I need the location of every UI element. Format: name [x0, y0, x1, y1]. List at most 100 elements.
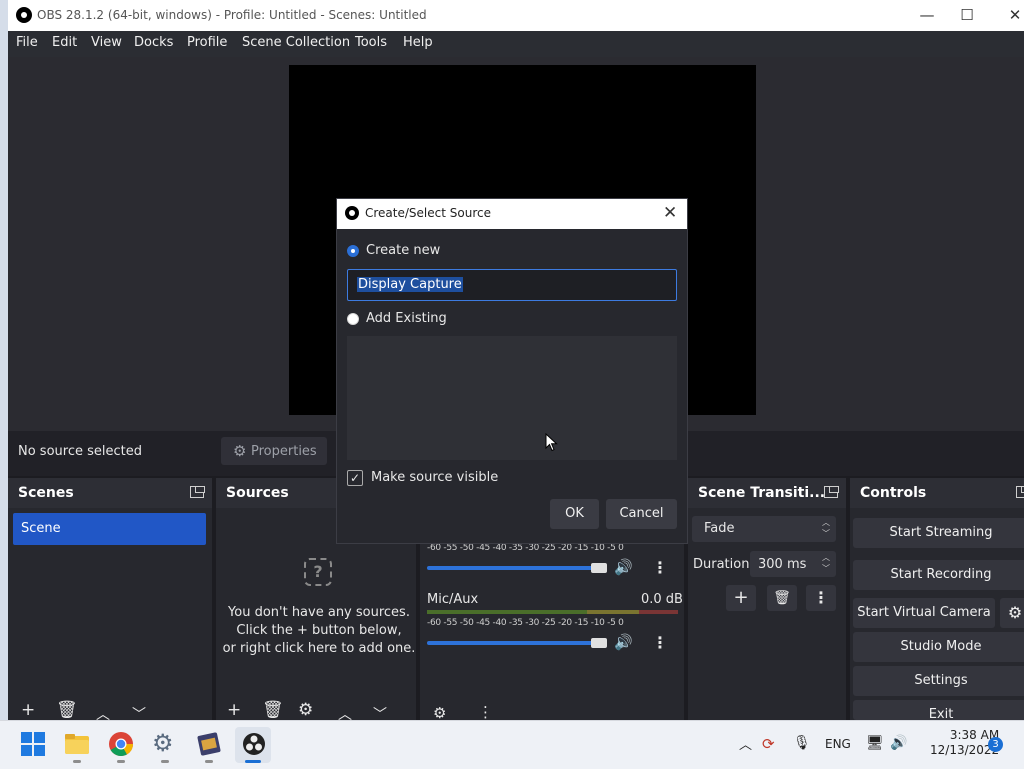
properties-label: Properties	[251, 444, 317, 459]
menu-scene-collection[interactable]: Scene Collection	[242, 35, 350, 50]
window-title: OBS 28.1.2 (64-bit, windows) - Profile: …	[37, 8, 427, 22]
question-icon: ?	[304, 558, 332, 586]
start-recording-button[interactable]: Start Recording	[853, 560, 1024, 590]
start-streaming-button[interactable]: Start Streaming	[853, 518, 1024, 548]
window-titlebar[interactable]: OBS 28.1.2 (64-bit, windows) - Profile: …	[8, 0, 1024, 31]
transitions-title: Scene Transiti...	[698, 485, 826, 501]
maximize-button[interactable]: ☐	[944, 0, 990, 31]
make-visible-checkbox[interactable]: ✓	[347, 470, 363, 486]
close-button[interactable]: ✕	[992, 0, 1024, 31]
add-existing-label[interactable]: Add Existing	[366, 311, 447, 326]
add-scene-icon[interactable]: +	[21, 700, 35, 720]
obs-icon[interactable]	[241, 731, 267, 757]
trash-icon[interactable]: 🗑	[56, 700, 78, 720]
scene-list-item[interactable]: Scene	[13, 513, 206, 545]
undock-icon[interactable]	[190, 486, 205, 498]
desktop-edge	[0, 0, 8, 720]
close-icon[interactable]: ✕	[663, 203, 677, 223]
properties-button[interactable]: ⚙ Properties	[221, 437, 327, 465]
controls-title: Controls	[860, 485, 927, 501]
level-meter-green	[427, 610, 587, 614]
meter-scale: -60 -55 -50 -45 -40 -35 -30 -25 -20 -15 …	[427, 618, 624, 628]
menu-file[interactable]: File	[16, 35, 38, 50]
start-virtual-camera-button[interactable]: Start Virtual Camera	[853, 598, 995, 628]
windows-start-icon[interactable]	[20, 731, 46, 757]
taskbar-running-indicator	[117, 760, 125, 763]
level-meter-red	[639, 610, 678, 614]
transition-value: Fade	[704, 521, 735, 536]
make-visible-label[interactable]: Make source visible	[371, 470, 498, 485]
studio-mode-button[interactable]: Studio Mode	[853, 632, 1024, 662]
sources-empty-message[interactable]: You don't have any sources. Click the + …	[216, 604, 422, 658]
taskbar-running-indicator	[161, 760, 169, 763]
volume-icon[interactable]: 🔊	[890, 735, 907, 751]
obs-logo-icon	[345, 206, 359, 220]
existing-sources-list[interactable]	[347, 336, 677, 460]
undock-icon[interactable]	[824, 486, 839, 498]
speaker-icon[interactable]: 🔊	[614, 558, 633, 576]
no-source-label: No source selected	[18, 444, 142, 459]
dialog-title: Create/Select Source	[365, 206, 491, 220]
duration-value: 300 ms	[758, 557, 807, 572]
undock-icon[interactable]	[1016, 486, 1024, 498]
more-options-icon[interactable]: ⋮	[478, 703, 493, 721]
volume-slider[interactable]	[427, 641, 601, 645]
exit-button[interactable]: Exit	[853, 700, 1024, 720]
menu-help[interactable]: Help	[403, 35, 433, 50]
settings-button[interactable]: Settings	[853, 666, 1024, 696]
cancel-button[interactable]: Cancel	[606, 499, 677, 529]
meter-scale: -60 -55 -50 -45 -40 -35 -30 -25 -20 -15 …	[427, 543, 624, 553]
empty-line-3: or right click here to add one.	[222, 641, 416, 656]
network-icon[interactable]: 🖥	[866, 735, 884, 751]
menu-view[interactable]: View	[91, 35, 122, 50]
source-name-value: Display Capture	[357, 277, 463, 292]
menu-bar: File Edit View Docks Profile Scene Colle…	[8, 31, 1024, 57]
duration-spinbox[interactable]: 300 ms ︿ ﹀	[750, 551, 836, 577]
scenes-title: Scenes	[18, 485, 74, 501]
transition-select[interactable]: Fade ︿ ﹀	[692, 516, 836, 542]
chevron-up-icon[interactable]: ︿	[739, 734, 752, 753]
volume-slider[interactable]	[427, 566, 601, 570]
trash-icon[interactable]: 🗑	[262, 700, 284, 720]
channel-db: 0.0 dB	[641, 592, 683, 607]
taskbar-active-indicator	[245, 760, 261, 763]
create-new-label[interactable]: Create new	[366, 243, 440, 258]
microphone-icon[interactable]: 🎙	[793, 735, 811, 751]
speaker-icon[interactable]: 🔊	[614, 633, 633, 651]
obs-logo-icon	[16, 7, 32, 23]
empty-line-1: You don't have any sources.	[228, 605, 410, 620]
menu-docks[interactable]: Docks	[134, 35, 173, 50]
menu-edit[interactable]: Edit	[52, 35, 77, 50]
add-transition-icon[interactable]: +	[726, 585, 756, 611]
empty-line-2: Click the + button below,	[236, 623, 402, 638]
more-options-icon[interactable]: ⋮	[649, 632, 671, 654]
add-existing-radio[interactable]	[347, 313, 359, 325]
add-source-icon[interactable]: +	[227, 700, 241, 720]
video-editor-icon[interactable]	[196, 731, 222, 757]
channel-name: Mic/Aux	[427, 592, 479, 607]
chevron-updown-icon[interactable]: ︿ ﹀	[822, 552, 830, 574]
trash-icon[interactable]: 🗑	[767, 585, 797, 611]
menu-profile[interactable]: Profile	[187, 35, 227, 50]
duration-label: Duration	[693, 557, 750, 572]
gear-icon[interactable]: ⚙	[298, 700, 313, 720]
ok-button[interactable]: OK	[550, 499, 599, 529]
mouse-cursor-icon	[545, 433, 558, 452]
menu-tools[interactable]: Tools	[355, 35, 387, 50]
more-options-icon[interactable]: ⋮	[649, 557, 671, 579]
more-options-icon[interactable]: ⋮	[806, 585, 836, 611]
volume-slider-knob[interactable]	[591, 563, 607, 573]
notification-badge[interactable]: 3	[988, 737, 1003, 752]
language-indicator[interactable]: ENG	[825, 737, 851, 751]
gear-icon[interactable]: ⚙	[1000, 598, 1024, 628]
file-explorer-icon[interactable]	[64, 731, 90, 757]
volume-slider-knob[interactable]	[591, 638, 607, 648]
settings-gear-icon[interactable]: ⚙	[152, 729, 174, 757]
source-name-input[interactable]: Display Capture	[347, 269, 677, 301]
chrome-icon[interactable]	[108, 731, 134, 757]
taskbar-running-indicator	[73, 760, 81, 763]
create-new-radio[interactable]	[347, 245, 359, 257]
sources-title: Sources	[226, 485, 289, 501]
level-meter-yellow	[587, 610, 639, 614]
sync-error-icon[interactable]: ⟳	[762, 735, 775, 753]
